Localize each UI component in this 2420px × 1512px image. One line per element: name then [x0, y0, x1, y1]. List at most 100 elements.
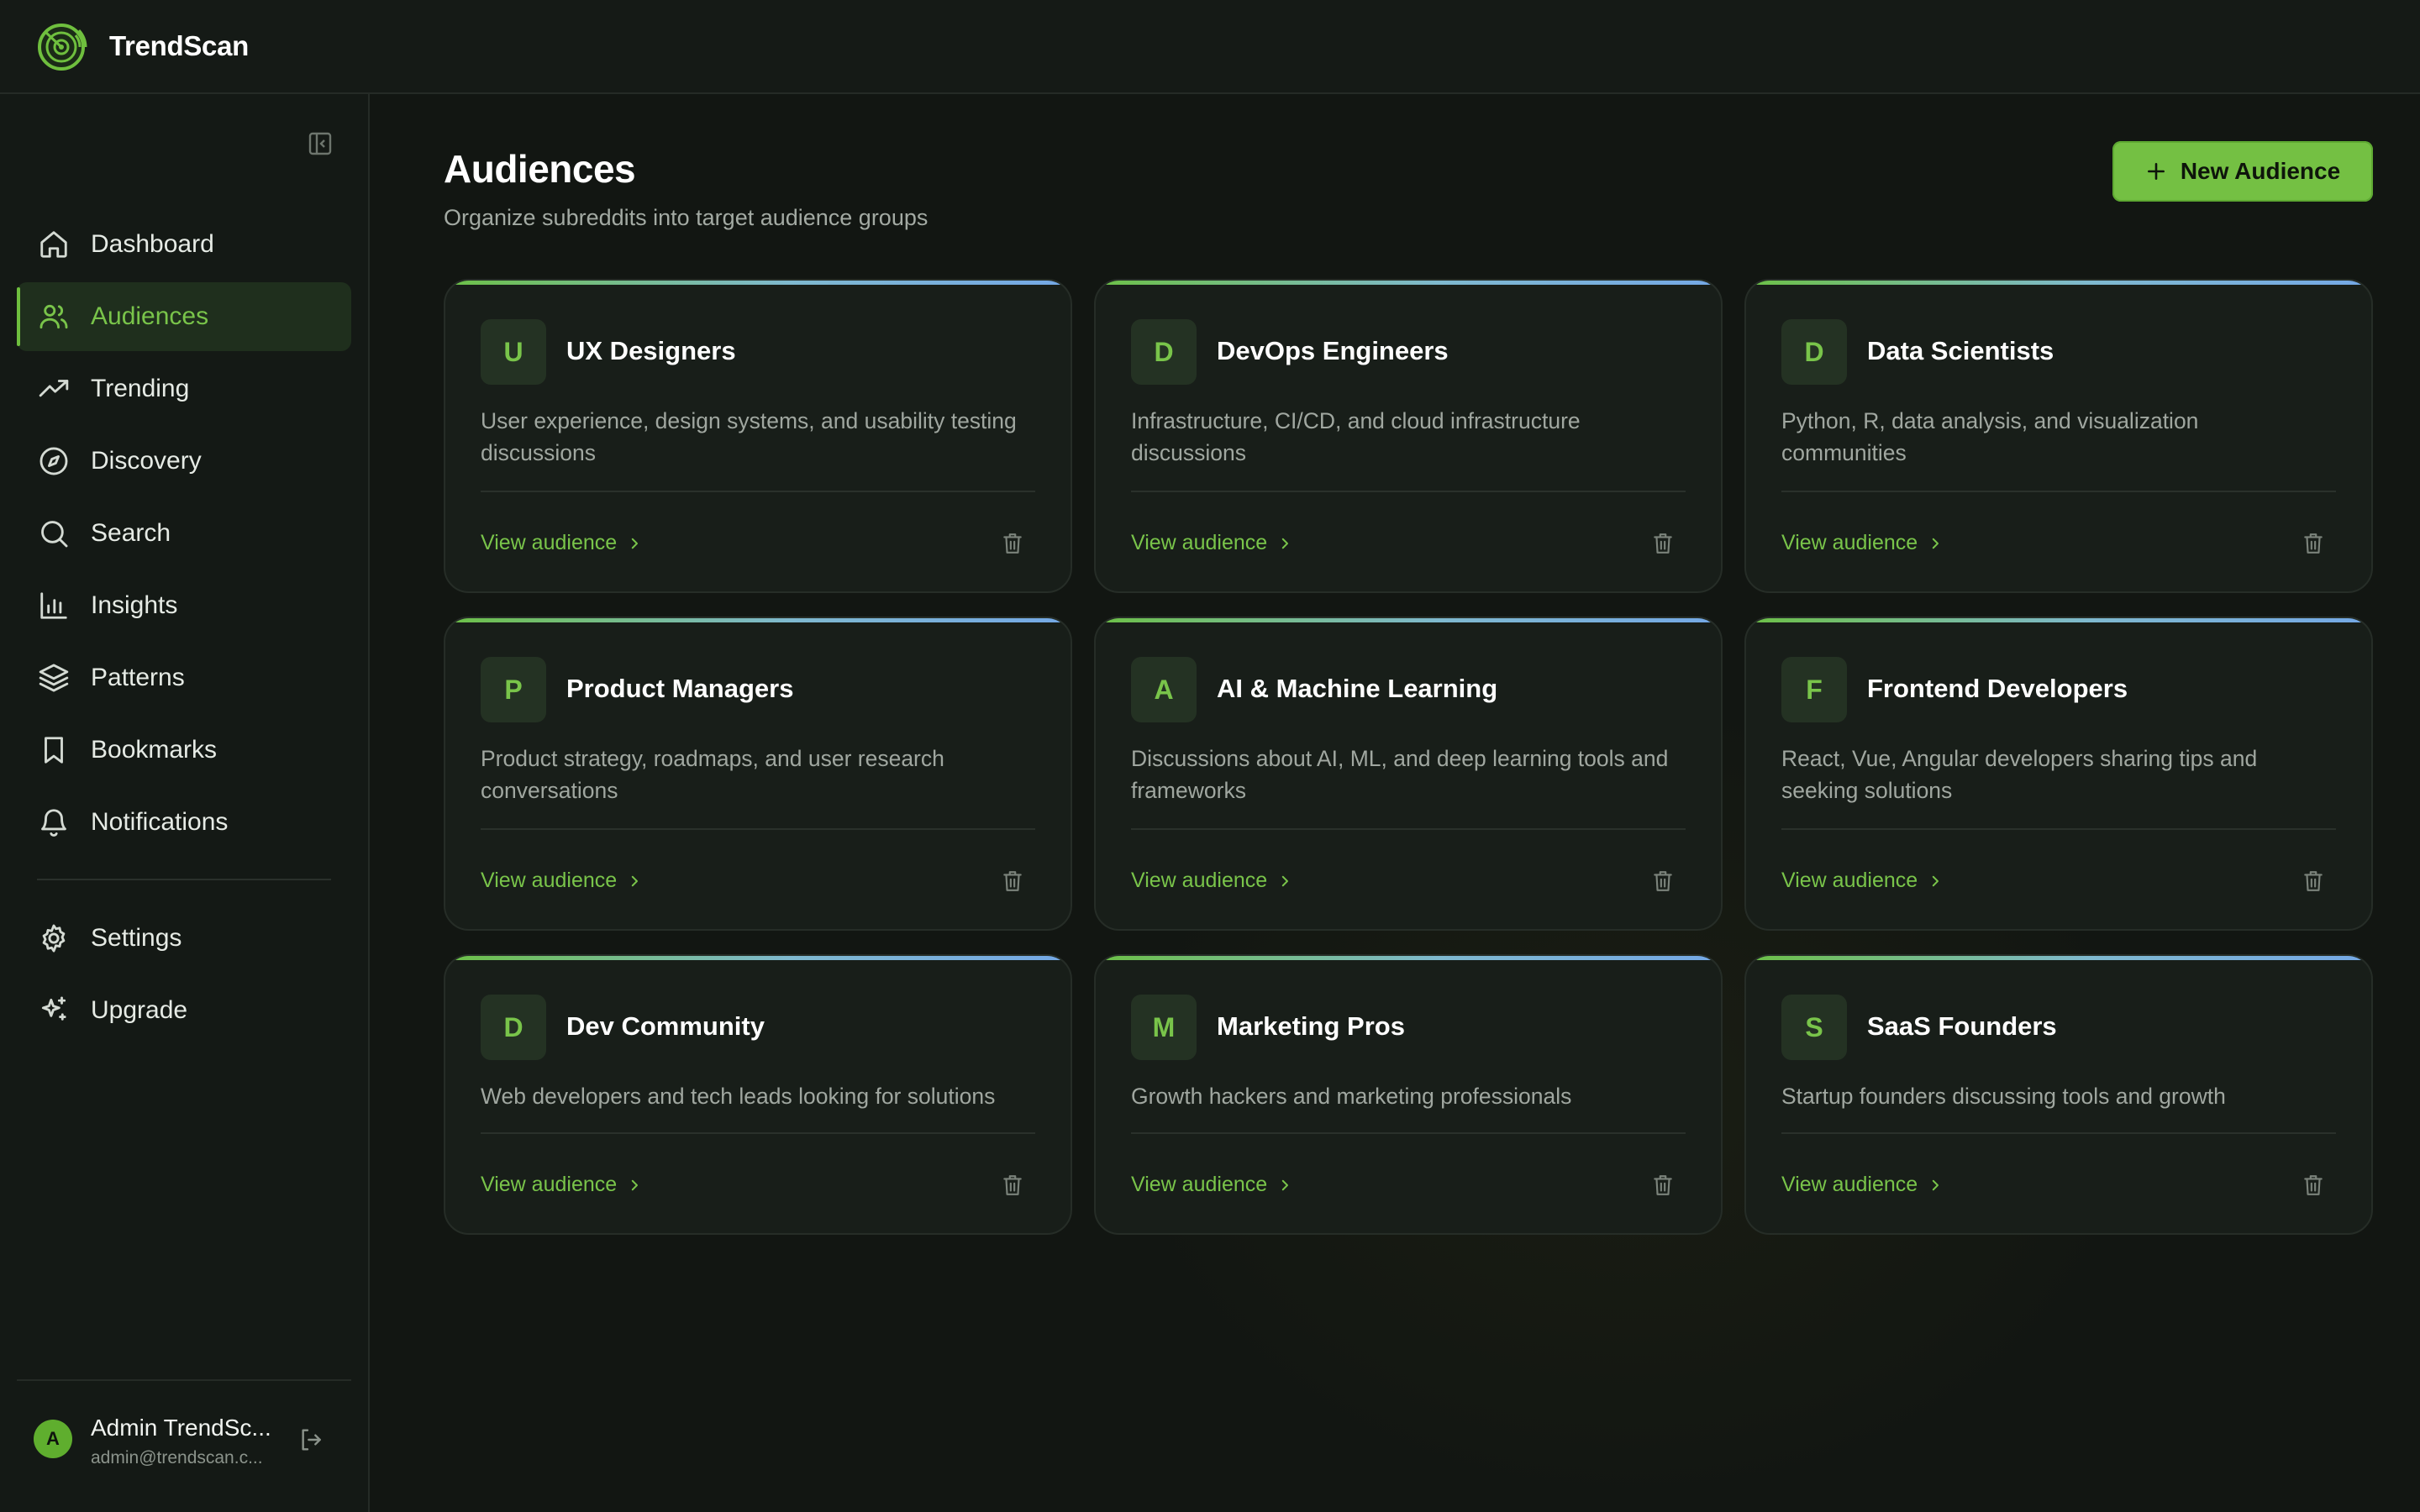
audience-description: User experience, design systems, and usa…	[481, 408, 1017, 465]
sparkles-icon	[37, 994, 71, 1027]
view-audience-label: View audience	[1781, 1173, 1918, 1196]
view-audience-label: View audience	[1131, 531, 1268, 554]
layers-icon	[37, 661, 71, 695]
trash-icon[interactable]	[2301, 1171, 2326, 1200]
view-audience-link[interactable]: View audience	[481, 1173, 642, 1197]
chevron-right-icon	[1928, 874, 1943, 889]
audience-initial: M	[1131, 995, 1197, 1060]
audience-name: SaaS Founders	[1867, 1011, 2057, 1041]
sidebar-item-label: Search	[91, 519, 171, 547]
chevron-right-icon	[1277, 874, 1292, 889]
trash-icon[interactable]	[2301, 529, 2326, 558]
main-content: Audiences Organize subreddits into targe…	[371, 94, 2420, 1512]
trash-icon[interactable]	[1000, 1171, 1025, 1200]
view-audience-label: View audience	[1781, 869, 1918, 892]
audience-name: Dev Community	[566, 1011, 765, 1041]
audience-card[interactable]: D Data Scientists Python, R, data analys…	[1744, 279, 2373, 593]
audience-card[interactable]: D Dev Community Web developers and tech …	[444, 954, 1072, 1235]
sidebar-item-settings[interactable]: Settings	[17, 904, 351, 973]
audience-card[interactable]: P Product Managers Product strategy, roa…	[444, 617, 1072, 931]
chevron-right-icon	[627, 1178, 642, 1193]
sidebar-item-trending[interactable]: Trending	[17, 354, 351, 423]
audience-card[interactable]: S SaaS Founders Startup founders discuss…	[1744, 954, 2373, 1235]
audience-name: UX Designers	[566, 336, 736, 365]
trash-icon[interactable]	[1000, 529, 1025, 558]
chevron-right-icon	[1277, 1178, 1292, 1193]
sidebar-item-dashboard[interactable]: Dashboard	[17, 210, 351, 279]
user-email: admin@trendscan.c...	[91, 1448, 263, 1467]
sidebar-divider	[37, 879, 331, 880]
view-audience-link[interactable]: View audience	[481, 531, 642, 555]
view-audience-link[interactable]: View audience	[1131, 1173, 1292, 1197]
new-audience-label: New Audience	[2180, 158, 2341, 184]
card-divider	[1131, 491, 1686, 492]
audience-initial: D	[1131, 319, 1197, 385]
view-audience-link[interactable]: View audience	[1131, 531, 1292, 555]
sidebar-collapse-icon[interactable]	[306, 129, 334, 158]
logout-icon[interactable]	[296, 1425, 326, 1455]
trash-icon[interactable]	[2301, 867, 2326, 895]
sidebar-item-label: Discovery	[91, 447, 202, 475]
sidebar-item-notifications[interactable]: Notifications	[17, 788, 351, 857]
chevron-right-icon	[1928, 1178, 1943, 1193]
audience-card[interactable]: A AI & Machine Learning Discussions abou…	[1094, 617, 1723, 931]
view-audience-label: View audience	[1131, 869, 1268, 892]
audience-description: Infrastructure, CI/CD, and cloud infrast…	[1131, 408, 1581, 465]
audience-initial: F	[1781, 657, 1847, 722]
top-bar: TrendScan	[0, 0, 2420, 94]
trash-icon[interactable]	[1650, 1171, 1676, 1200]
sidebar-item-label: Settings	[91, 924, 182, 952]
new-audience-button[interactable]: New Audience	[2112, 141, 2373, 202]
radar-logo-icon[interactable]	[34, 17, 92, 76]
view-audience-link[interactable]: View audience	[1781, 1173, 1943, 1197]
trash-icon[interactable]	[1650, 529, 1676, 558]
bookmark-icon	[37, 733, 71, 767]
audience-name: Marketing Pros	[1217, 1011, 1405, 1041]
user-name: Admin TrendSc...	[91, 1415, 271, 1441]
gear-icon	[37, 921, 71, 955]
audience-name: DevOps Engineers	[1217, 336, 1449, 365]
sidebar-item-insights[interactable]: Insights	[17, 571, 351, 640]
view-audience-link[interactable]: View audience	[1131, 869, 1292, 893]
sidebar: Dashboard Audiences Trending Discovery S…	[0, 94, 370, 1512]
sidebar-item-audiences[interactable]: Audiences	[17, 282, 351, 351]
audience-description: Startup founders discussing tools and gr…	[1781, 1084, 2226, 1109]
audience-description: Discussions about AI, ML, and deep learn…	[1131, 746, 1669, 803]
chevron-right-icon	[627, 874, 642, 889]
audience-initial: D	[481, 995, 546, 1060]
audience-description: Growth hackers and marketing professiona…	[1131, 1084, 1572, 1109]
audience-grid: U UX Designers User experience, design s…	[444, 279, 2373, 1235]
audience-initial: U	[481, 319, 546, 385]
user-profile[interactable]: A Admin TrendSc... admin@trendscan.c...	[17, 1379, 351, 1512]
view-audience-link[interactable]: View audience	[1781, 869, 1943, 893]
audience-description: Python, R, data analysis, and visualizat…	[1781, 408, 2199, 465]
audience-card[interactable]: D DevOps Engineers Infrastructure, CI/CD…	[1094, 279, 1723, 593]
sidebar-item-label: Trending	[91, 375, 190, 402]
page-title: Audiences	[444, 147, 636, 191]
card-divider	[1781, 1132, 2336, 1134]
sidebar-item-discovery[interactable]: Discovery	[17, 427, 351, 496]
sidebar-item-bookmarks[interactable]: Bookmarks	[17, 716, 351, 785]
sidebar-item-upgrade[interactable]: Upgrade	[17, 976, 351, 1045]
sidebar-item-search[interactable]: Search	[17, 499, 351, 568]
card-divider	[1781, 828, 2336, 830]
audience-card[interactable]: U UX Designers User experience, design s…	[444, 279, 1072, 593]
sidebar-item-patterns[interactable]: Patterns	[17, 643, 351, 712]
sidebar-item-label: Upgrade	[91, 996, 188, 1024]
audience-description: Web developers and tech leads looking fo…	[481, 1084, 996, 1109]
compass-icon	[37, 444, 71, 478]
audience-card[interactable]: F Frontend Developers React, Vue, Angula…	[1744, 617, 2373, 931]
audience-description: React, Vue, Angular developers sharing t…	[1781, 746, 2258, 803]
card-divider	[1781, 491, 2336, 492]
trash-icon[interactable]	[1000, 867, 1025, 895]
card-divider	[1131, 828, 1686, 830]
view-audience-label: View audience	[1781, 531, 1918, 554]
trash-icon[interactable]	[1650, 867, 1676, 895]
audience-card[interactable]: M Marketing Pros Growth hackers and mark…	[1094, 954, 1723, 1235]
audience-initial: D	[1781, 319, 1847, 385]
view-audience-link[interactable]: View audience	[481, 869, 642, 893]
bar-chart-icon	[37, 589, 71, 622]
view-audience-label: View audience	[1131, 1173, 1268, 1196]
card-divider	[481, 1132, 1035, 1134]
view-audience-link[interactable]: View audience	[1781, 531, 1943, 555]
